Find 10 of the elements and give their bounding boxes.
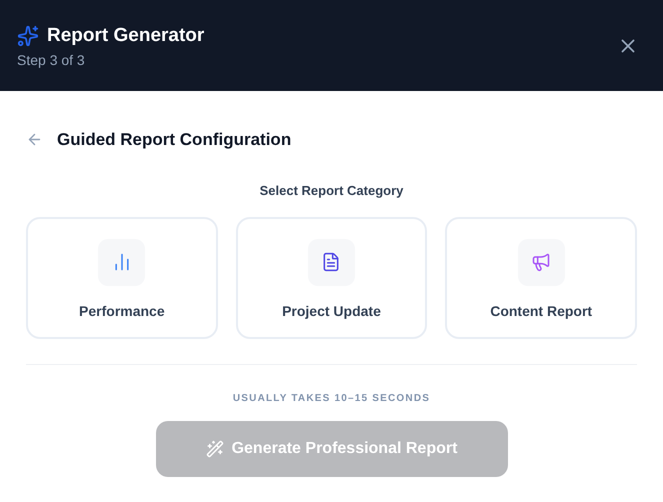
magic-wand-icon <box>206 440 224 458</box>
window-title: Report Generator <box>47 26 204 45</box>
step-indicator: Step 3 of 3 <box>17 52 86 66</box>
category-card[interactable]: Content Report <box>445 217 637 339</box>
sparkles-icon <box>17 24 39 46</box>
category-prompt: Select Report Category <box>260 182 404 200</box>
category-card[interactable]: Performance <box>26 217 218 339</box>
duration-hint: USUALLY TAKES 10–15 SECONDS <box>232 392 430 406</box>
category-card[interactable]: Project Update <box>236 217 428 339</box>
section-title: Guided Report Configuration <box>57 129 292 151</box>
